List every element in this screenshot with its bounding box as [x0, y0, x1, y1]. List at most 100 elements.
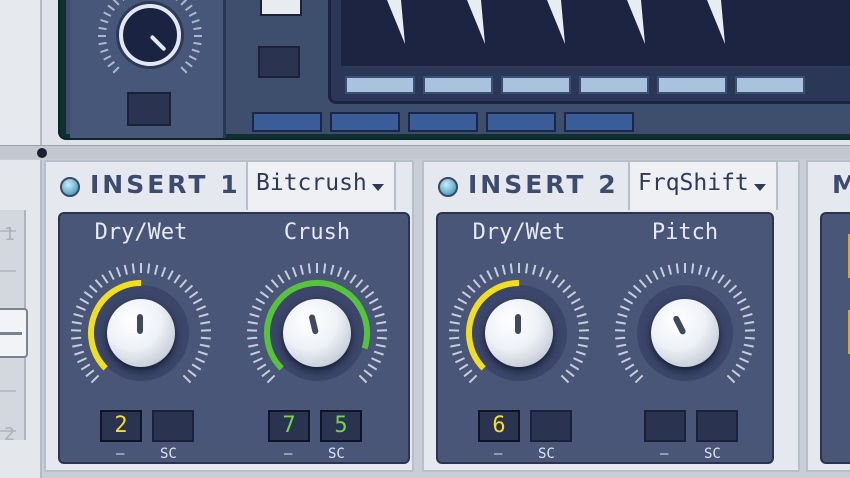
- step-light[interactable]: [735, 76, 805, 94]
- knob-tick: [180, 0, 188, 6]
- step-dark[interactable]: [564, 112, 634, 132]
- knob-tick: [452, 350, 463, 356]
- knob-tick: [248, 343, 259, 348]
- knob-tick: [726, 374, 736, 384]
- knob-tick: [107, 4, 115, 11]
- knob-tick: [479, 274, 487, 284]
- knob-cap: [107, 299, 175, 367]
- step-dark[interactable]: [252, 112, 322, 132]
- knob-tick: [744, 336, 755, 340]
- knob-tick: [545, 270, 552, 280]
- insert-1-crush-knob[interactable]: [242, 258, 392, 408]
- insert-1-effect-dropdown[interactable]: Bitcrush: [246, 162, 396, 210]
- knob-tick: [107, 61, 115, 68]
- step-light[interactable]: [345, 76, 415, 94]
- insert-2-drywet-knob[interactable]: [444, 258, 594, 408]
- step-dark[interactable]: [486, 112, 556, 132]
- knob-tick: [450, 343, 461, 348]
- knob-tick: [741, 350, 752, 356]
- knob-tick: [711, 270, 718, 280]
- knob-tick: [307, 263, 311, 274]
- knob-tick: [455, 357, 465, 364]
- knob-tick: [486, 270, 493, 280]
- knob-tick: [196, 305, 207, 311]
- knob-tick: [575, 350, 586, 356]
- insert-2-knob-2-label: Pitch: [651, 220, 719, 245]
- step-row-dark: [252, 112, 850, 134]
- top-device-panel-inner: [66, 0, 850, 138]
- insert-2-enable-led[interactable]: [438, 177, 458, 197]
- waveform-screen: [328, 0, 850, 104]
- sequencer-button-1[interactable]: [258, 46, 300, 78]
- mod-slot[interactable]: [152, 410, 194, 442]
- knob-tick: [191, 363, 202, 371]
- insert-2-effect-dropdown[interactable]: FrqShift: [628, 162, 778, 210]
- insert-1-enable-led[interactable]: [60, 177, 80, 197]
- waveform-spike: [387, 0, 405, 44]
- knob-tick: [576, 313, 587, 318]
- knob-tick: [704, 266, 711, 278]
- top-knob-pointer: [149, 34, 167, 52]
- step-dark[interactable]: [408, 112, 478, 132]
- waveform-display[interactable]: [341, 0, 850, 66]
- knob-tick: [560, 374, 570, 384]
- mod-slot[interactable]: 7: [268, 410, 310, 442]
- knob-tick: [466, 284, 476, 294]
- insert-1-drywet-knob[interactable]: [66, 258, 216, 408]
- knob-tick: [557, 279, 566, 289]
- step-light[interactable]: [579, 76, 649, 94]
- knob-tick: [185, 4, 193, 11]
- slot-caption: SC: [328, 446, 345, 462]
- knob-tick: [634, 374, 644, 384]
- knob-tick: [374, 313, 385, 318]
- waveform-graphic: [387, 0, 725, 44]
- fader-handle[interactable]: [0, 308, 28, 358]
- knob-tick: [617, 313, 628, 318]
- waveform-spike: [467, 0, 485, 44]
- mod-slot[interactable]: [696, 410, 738, 442]
- step-dark[interactable]: [330, 112, 400, 132]
- knob-tick: [574, 305, 585, 311]
- knob-tick: [330, 264, 335, 275]
- knob-tick: [577, 343, 588, 348]
- knob-tick: [578, 321, 589, 325]
- knob-tick: [538, 266, 545, 278]
- insert-3-body: [820, 212, 850, 464]
- insert-2-pitch-knob[interactable]: [610, 258, 760, 408]
- step-light[interactable]: [501, 76, 571, 94]
- knob-tick: [615, 321, 626, 325]
- sequencer-button-top-1[interactable]: [260, 0, 302, 16]
- knob-tick: [251, 305, 262, 311]
- step-row-light: [339, 76, 850, 96]
- slot-caption: –: [284, 446, 293, 462]
- step-light[interactable]: [657, 76, 727, 94]
- chevron-down-icon: [372, 184, 384, 191]
- mod-slot[interactable]: 6: [478, 410, 520, 442]
- insert-2-module: INSERT 2 FrqShift Dry/Wet Pitch 6 – SC –…: [422, 160, 800, 472]
- knob-tick: [472, 279, 481, 289]
- knob-tick: [616, 343, 627, 348]
- mod-slot[interactable]: 5: [320, 410, 362, 442]
- knob-tick: [367, 363, 378, 371]
- knob-tick: [453, 305, 464, 311]
- knob-tick: [72, 343, 83, 348]
- knob-pointer: [137, 314, 143, 334]
- knob-tick: [732, 291, 743, 299]
- top-knob[interactable]: [119, 4, 181, 66]
- step-light[interactable]: [423, 76, 493, 94]
- knob-tick: [270, 279, 279, 289]
- top-small-button[interactable]: [127, 92, 171, 126]
- top-device-panel: [58, 0, 850, 140]
- rack-divider: [0, 145, 850, 159]
- knob-tick: [112, 66, 120, 74]
- mod-slot[interactable]: [530, 410, 572, 442]
- knob-tick: [551, 274, 559, 284]
- knob-tick: [173, 274, 181, 284]
- knob-tick: [256, 363, 267, 371]
- knob-tick: [343, 270, 350, 280]
- knob-tick: [74, 350, 85, 356]
- mod-slot[interactable]: 2: [100, 410, 142, 442]
- knob-tick: [103, 11, 112, 17]
- mod-slot[interactable]: [644, 410, 686, 442]
- knob-tick: [191, 48, 200, 54]
